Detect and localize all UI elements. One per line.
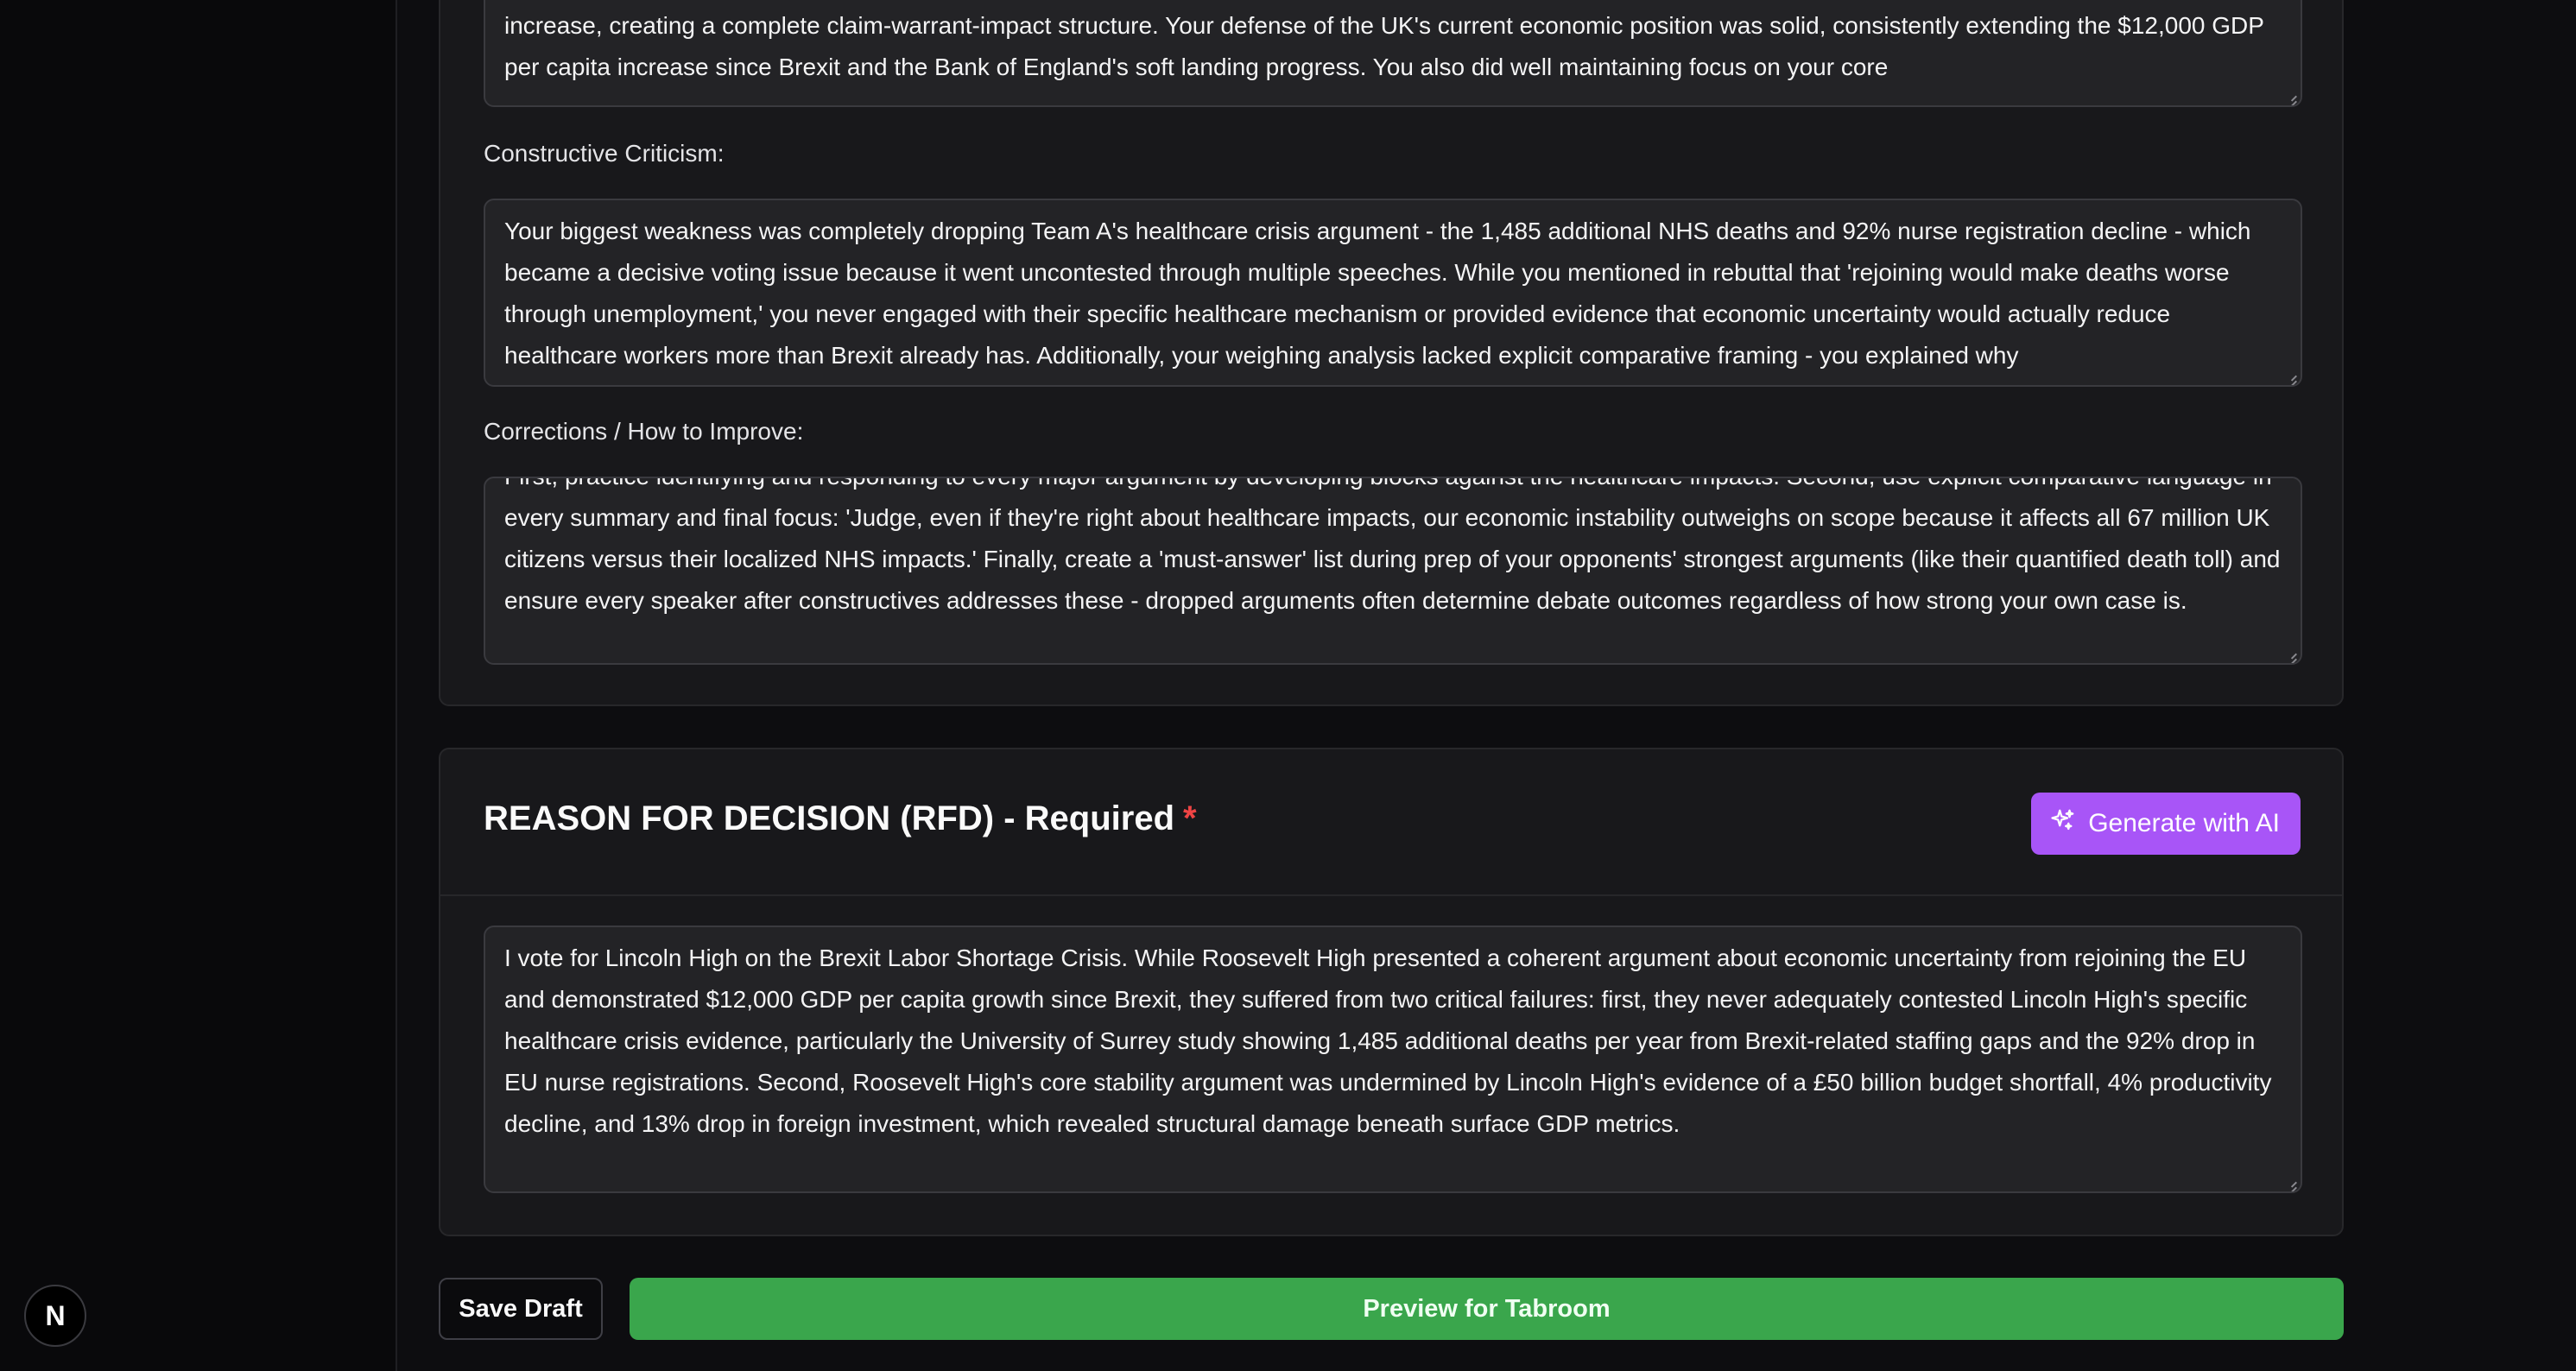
- criticism-label: Constructive Criticism:: [484, 140, 725, 167]
- rfd-title: REASON FOR DECISION (RFD) - Required *: [484, 799, 1197, 838]
- rfd-card: REASON FOR DECISION (RFD) - Required * Ge…: [439, 748, 2344, 1236]
- rfd-header: REASON FOR DECISION (RFD) - Required * Ge…: [440, 749, 2342, 896]
- feedback-card: used specific evidence like Collins 2023…: [439, 0, 2344, 706]
- resize-handle[interactable]: [2285, 370, 2297, 382]
- generate-with-ai-button[interactable]: Generate with AI: [2031, 793, 2301, 855]
- corrections-label: Corrections / How to Improve:: [484, 418, 804, 445]
- preview-for-tabroom-button[interactable]: Preview for Tabroom: [630, 1278, 2344, 1340]
- corrections-text: First, practice identifying and respondi…: [504, 478, 2281, 614]
- nextjs-dev-badge[interactable]: N: [24, 1285, 86, 1347]
- main-content: used specific evidence like Collins 2023…: [397, 0, 2576, 1371]
- nextjs-logo-icon: N: [45, 1299, 66, 1331]
- sparkles-icon: [2050, 807, 2076, 840]
- strengths-text: used specific evidence like Collins 2023…: [504, 12, 2264, 80]
- resize-handle[interactable]: [2285, 1176, 2297, 1188]
- criticism-text: Your biggest weakness was completely dro…: [504, 218, 2251, 369]
- resize-handle[interactable]: [2285, 90, 2297, 102]
- required-marker: *: [1183, 799, 1197, 837]
- save-draft-button[interactable]: Save Draft: [439, 1278, 603, 1340]
- rfd-text: I vote for Lincoln High on the Brexit La…: [504, 945, 2272, 1137]
- rfd-title-text: REASON FOR DECISION (RFD) - Required: [484, 799, 1175, 837]
- criticism-textarea[interactable]: Your biggest weakness was completely dro…: [484, 199, 2302, 387]
- rfd-textarea[interactable]: I vote for Lincoln High on the Brexit La…: [484, 926, 2302, 1193]
- corrections-textarea[interactable]: First, practice identifying and respondi…: [484, 477, 2302, 665]
- generate-with-ai-label: Generate with AI: [2088, 809, 2280, 837]
- strengths-textarea[interactable]: used specific evidence like Collins 2023…: [484, 0, 2302, 107]
- resize-handle[interactable]: [2285, 648, 2297, 660]
- sidebar: [0, 0, 397, 1371]
